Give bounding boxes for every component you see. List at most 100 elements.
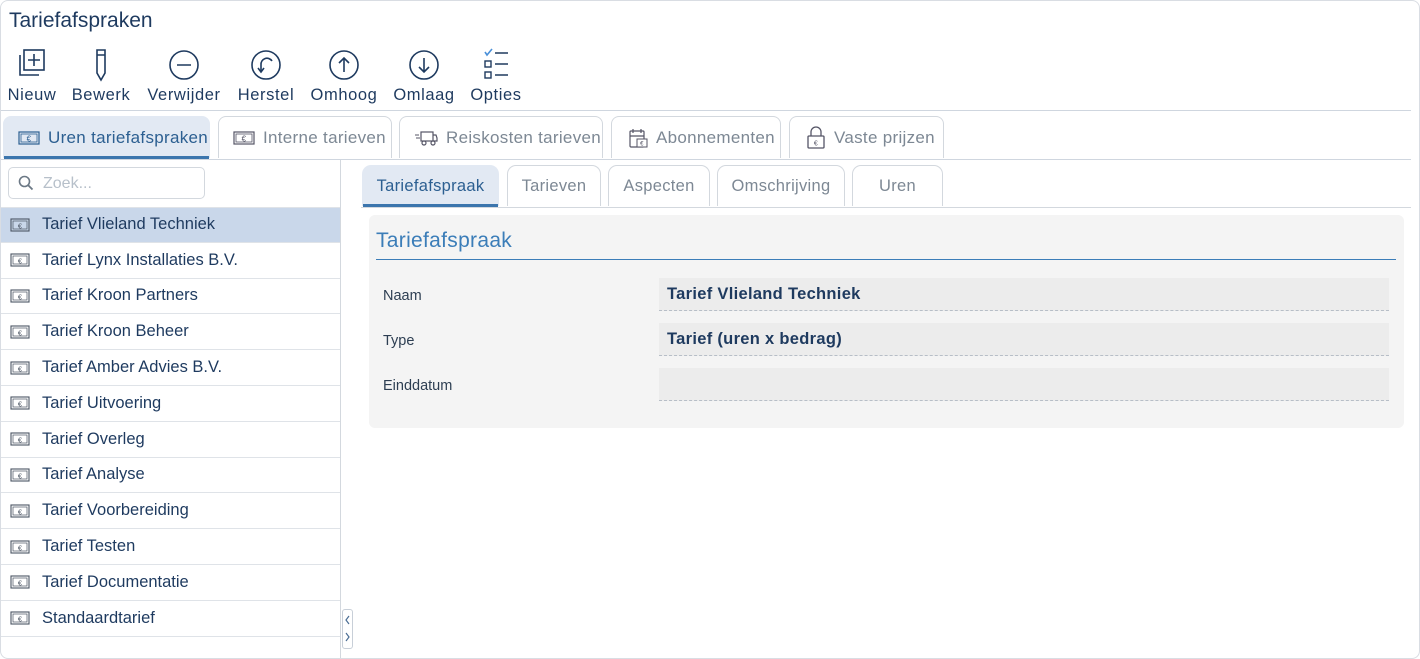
pane-splitter[interactable] xyxy=(342,609,353,649)
move-up-button[interactable]: Omhoog xyxy=(310,45,378,105)
edit-label: Bewerk xyxy=(71,86,131,104)
type-label: Type xyxy=(383,333,415,349)
subtab-aspecten[interactable]: Aspecten xyxy=(608,165,710,206)
list-item[interactable]: € Tarief Analyse xyxy=(1,458,340,494)
money-icon: € xyxy=(10,432,30,446)
arrow-up-circle-icon xyxy=(329,50,359,80)
enddate-field[interactable] xyxy=(659,368,1389,401)
tab-label: Reiskosten tarieven xyxy=(446,127,601,147)
subtab-label: Tariefafspraak xyxy=(376,176,485,195)
list-item[interactable]: € Tarief Testen xyxy=(1,529,340,565)
delete-button[interactable]: Verwijder xyxy=(145,45,223,105)
money-icon: € xyxy=(10,575,30,589)
money-icon: € xyxy=(10,396,30,410)
calendar-icon: € xyxy=(628,127,648,149)
tab-label: Abonnementen xyxy=(656,127,775,147)
list-item[interactable]: € Tarief Uitvoering xyxy=(1,386,340,422)
name-label: Naam xyxy=(383,288,422,304)
subtab-tariefafspraak[interactable]: Tariefafspraak xyxy=(362,165,499,207)
list-item[interactable]: € Tarief Overleg xyxy=(1,422,340,458)
money-icon: € xyxy=(233,130,255,145)
tab-label: Interne tarieven xyxy=(263,127,386,147)
tab-uren-tariefafspraken[interactable]: € Uren tariefafspraken xyxy=(3,116,210,159)
svg-text:€: € xyxy=(640,141,644,147)
move-up-label: Omhoog xyxy=(310,86,378,104)
toolbar-divider xyxy=(1,110,1411,111)
list-item[interactable]: € Standaardtarief xyxy=(1,601,340,637)
money-icon: € xyxy=(10,253,30,267)
options-button[interactable]: Opties xyxy=(469,45,523,105)
subtab-omschrijving[interactable]: Omschrijving xyxy=(717,165,845,206)
list-item-label: Tarief Kroon Beheer xyxy=(42,322,189,341)
list-item-label: Tarief Vlieland Techniek xyxy=(42,215,216,234)
tab-label: Uren tariefafspraken xyxy=(48,127,209,147)
move-down-button[interactable]: Omlaag xyxy=(392,45,456,105)
tariff-list: € Tarief Vlieland Techniek € Tarief Lynx In… xyxy=(1,207,340,637)
list-item-label: Tarief Documentatie xyxy=(42,572,189,591)
subtab-label: Omschrijving xyxy=(731,176,831,195)
truck-icon xyxy=(414,130,438,146)
restore-label: Herstel xyxy=(237,86,295,104)
money-icon: € xyxy=(10,540,30,554)
subtab-label: Tarieven xyxy=(521,176,587,195)
enddate-label: Einddatum xyxy=(383,378,453,394)
window-title: Tariefafspraken xyxy=(9,9,153,32)
search-box[interactable] xyxy=(8,167,205,199)
money-icon: € xyxy=(10,504,30,518)
list-item-label: Tarief Voorbereiding xyxy=(42,501,189,520)
tab-interne-tarieven[interactable]: € Interne tarieven xyxy=(218,116,392,158)
collapse-arrows-icon xyxy=(345,615,350,642)
tab-abonnementen[interactable]: € Abonnementen xyxy=(611,116,781,158)
add-document-icon xyxy=(19,49,45,76)
list-item[interactable]: € Tarief Voorbereiding xyxy=(1,493,340,530)
money-icon: € xyxy=(18,130,40,145)
heading-underline xyxy=(376,259,1396,260)
subtab-tarieven[interactable]: Tarieven xyxy=(507,165,601,206)
tab-label: Vaste prijzen xyxy=(834,127,935,147)
list-item-label: Tarief Uitvoering xyxy=(42,393,162,412)
money-icon: € xyxy=(10,361,30,375)
list-item[interactable]: € Tarief Amber Advies B.V. xyxy=(1,350,340,386)
money-icon: € xyxy=(10,611,30,625)
svg-text:€: € xyxy=(814,140,818,147)
tariff-list-pane: € Tarief Vlieland Techniek € Tarief Lynx In… xyxy=(1,160,341,658)
subtabs-divider xyxy=(361,207,1411,208)
tab-reiskosten-tarieven[interactable]: Reiskosten tarieven xyxy=(399,116,603,158)
app-window: Tariefafspraken Nieuw Bewerk Verwijder H… xyxy=(0,0,1420,659)
list-item[interactable]: € Tarief Vlieland Techniek xyxy=(1,207,340,243)
detail-heading: Tariefafspraak xyxy=(376,229,513,252)
search-icon xyxy=(18,175,34,191)
list-item-label: Tarief Amber Advies B.V. xyxy=(42,358,223,377)
new-button[interactable]: Nieuw xyxy=(6,45,58,105)
name-field[interactable]: Tarief Vlieland Techniek xyxy=(659,278,1389,311)
list-item-label: Standaardtarief xyxy=(42,608,155,627)
money-icon: € xyxy=(10,468,30,482)
list-item[interactable]: € Tarief Lynx Installaties B.V. xyxy=(1,243,340,279)
svg-text:€: € xyxy=(27,134,32,143)
list-item[interactable]: € Tarief Documentatie xyxy=(1,565,340,601)
edit-button[interactable]: Bewerk xyxy=(71,45,131,105)
lock-icon: € xyxy=(806,125,826,150)
list-item-label: Tarief Lynx Installaties B.V. xyxy=(42,250,238,269)
tab-vaste-prijzen[interactable]: € Vaste prijzen xyxy=(789,116,944,158)
pencil-icon xyxy=(96,49,106,82)
search-input[interactable] xyxy=(41,172,203,196)
svg-text:€: € xyxy=(242,134,247,143)
subtab-label: Uren xyxy=(879,176,916,195)
money-icon: € xyxy=(10,218,30,232)
list-item-label: Tarief Overleg xyxy=(42,429,145,448)
subtab-uren[interactable]: Uren xyxy=(852,165,943,206)
options-label: Opties xyxy=(470,86,522,104)
move-down-label: Omlaag xyxy=(393,86,455,104)
new-label: Nieuw xyxy=(7,86,57,104)
list-item[interactable]: € Tarief Kroon Beheer xyxy=(1,314,340,351)
restore-button[interactable]: Herstel xyxy=(236,45,296,105)
subtab-label: Aspecten xyxy=(623,176,695,195)
checklist-icon xyxy=(484,48,508,79)
type-field[interactable]: Tarief (uren x bedrag) xyxy=(659,323,1389,356)
list-item-label: Tarief Kroon Partners xyxy=(42,286,198,305)
undo-circle-icon xyxy=(251,50,281,80)
list-item[interactable]: € Tarief Kroon Partners xyxy=(1,279,340,315)
minus-circle-icon xyxy=(169,50,199,80)
delete-label: Verwijder xyxy=(147,86,221,104)
